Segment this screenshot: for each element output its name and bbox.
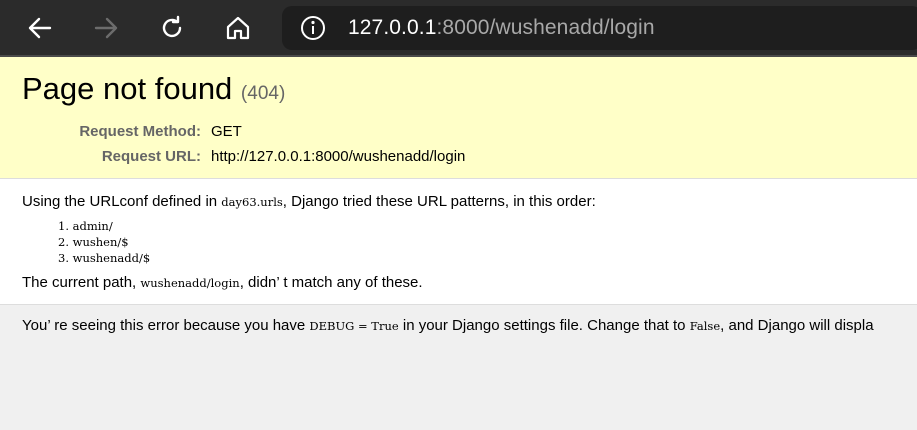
false-code: False xyxy=(689,319,721,333)
forward-button[interactable] xyxy=(86,8,126,48)
current-path-text: The current path, wushenadd/login, didn’… xyxy=(22,274,423,291)
debug-explanation: You’ re seeing this error because you ha… xyxy=(22,317,874,334)
error-title: Page not found xyxy=(22,71,233,106)
urlconf-prefix: Using the URLconf defined in xyxy=(22,193,222,210)
url-host: 127.0.0.1 xyxy=(348,16,437,39)
request-url-value: http://127.0.0.1:8000/wushenadd/login xyxy=(211,148,466,165)
arrow-left-icon xyxy=(28,17,52,39)
urlconf-module: day63.urls xyxy=(221,195,283,209)
debug-setting-code: DEBUG = True xyxy=(309,319,399,333)
home-icon xyxy=(226,16,250,40)
home-button[interactable] xyxy=(218,8,258,48)
arrow-right-icon xyxy=(94,17,118,39)
url-text[interactable]: 127.0.0.1:8000/wushenadd/login xyxy=(348,16,655,40)
site-info-icon[interactable] xyxy=(300,15,326,41)
request-method-label: Request Method: xyxy=(79,123,201,140)
current-path-value: wushenadd/login xyxy=(140,276,240,290)
back-button[interactable] xyxy=(20,8,60,48)
request-url-label: Request URL: xyxy=(101,148,201,165)
error-summary: Page not found (404) Request Method: GET… xyxy=(0,57,917,179)
current-path-prefix: The current path, xyxy=(22,274,141,291)
urlconf-suffix: , Django tried these URL patterns, in th… xyxy=(282,193,596,210)
urlconf-info: Using the URLconf defined in day63.urls,… xyxy=(0,179,917,305)
url-pattern-item: 1. admin/ xyxy=(58,219,113,233)
refresh-icon xyxy=(162,15,182,38)
address-bar[interactable]: 127.0.0.1:8000/wushenadd/login xyxy=(282,6,917,50)
current-path-suffix: , didn’ t match any of these. xyxy=(239,274,423,291)
url-patterns-list: 1. admin/ 2. wushen/$ 3. wushenadd/$ xyxy=(58,218,150,266)
explanation-part3: , and Django will displa xyxy=(720,317,874,334)
url-pattern-item: 2. wushen/$ xyxy=(58,235,129,249)
urlconf-text: Using the URLconf defined in day63.urls,… xyxy=(22,193,596,210)
browser-toolbar: 127.0.0.1:8000/wushenadd/login xyxy=(0,0,917,57)
explanation-part2: in your Django settings file. Change tha… xyxy=(398,317,690,334)
explanation-part1: You’ re seeing this error because you ha… xyxy=(22,317,310,334)
page-title: Page not found (404) xyxy=(22,71,285,107)
request-method-value: GET xyxy=(211,123,242,140)
refresh-button[interactable] xyxy=(152,8,192,48)
url-pattern-item: 3. wushenadd/$ xyxy=(58,251,151,265)
url-path: :8000/wushenadd/login xyxy=(436,16,655,39)
error-code: (404) xyxy=(240,83,286,104)
